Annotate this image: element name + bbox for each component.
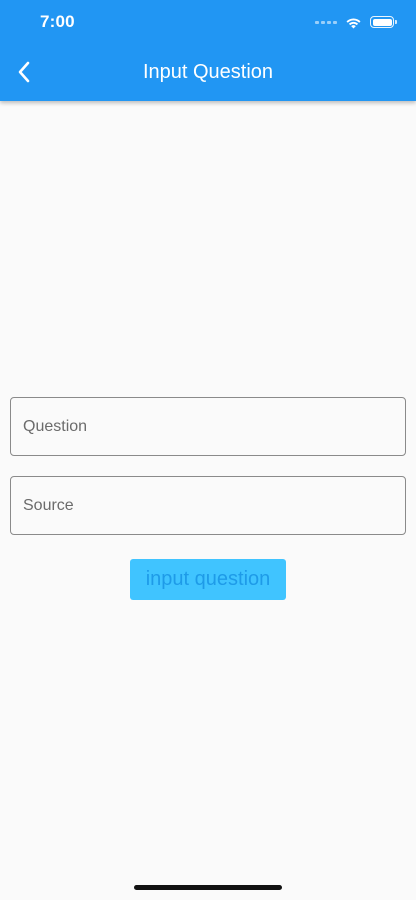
home-indicator [134, 885, 282, 890]
status-time: 7:00 [40, 12, 75, 31]
cellular-signal-icon [315, 20, 337, 24]
input-question-button[interactable]: input question [130, 559, 286, 600]
wifi-icon [346, 18, 361, 28]
battery-fill [372, 18, 392, 26]
battery-icon [370, 16, 397, 28]
page-title: Input Question [142, 61, 274, 83]
source-input[interactable] [10, 476, 406, 535]
input-question-button-label: input question [145, 568, 271, 590]
status-icons [315, 14, 397, 30]
app-bar: 7:00 Input Question [0, 0, 416, 101]
question-input[interactable] [10, 397, 406, 456]
